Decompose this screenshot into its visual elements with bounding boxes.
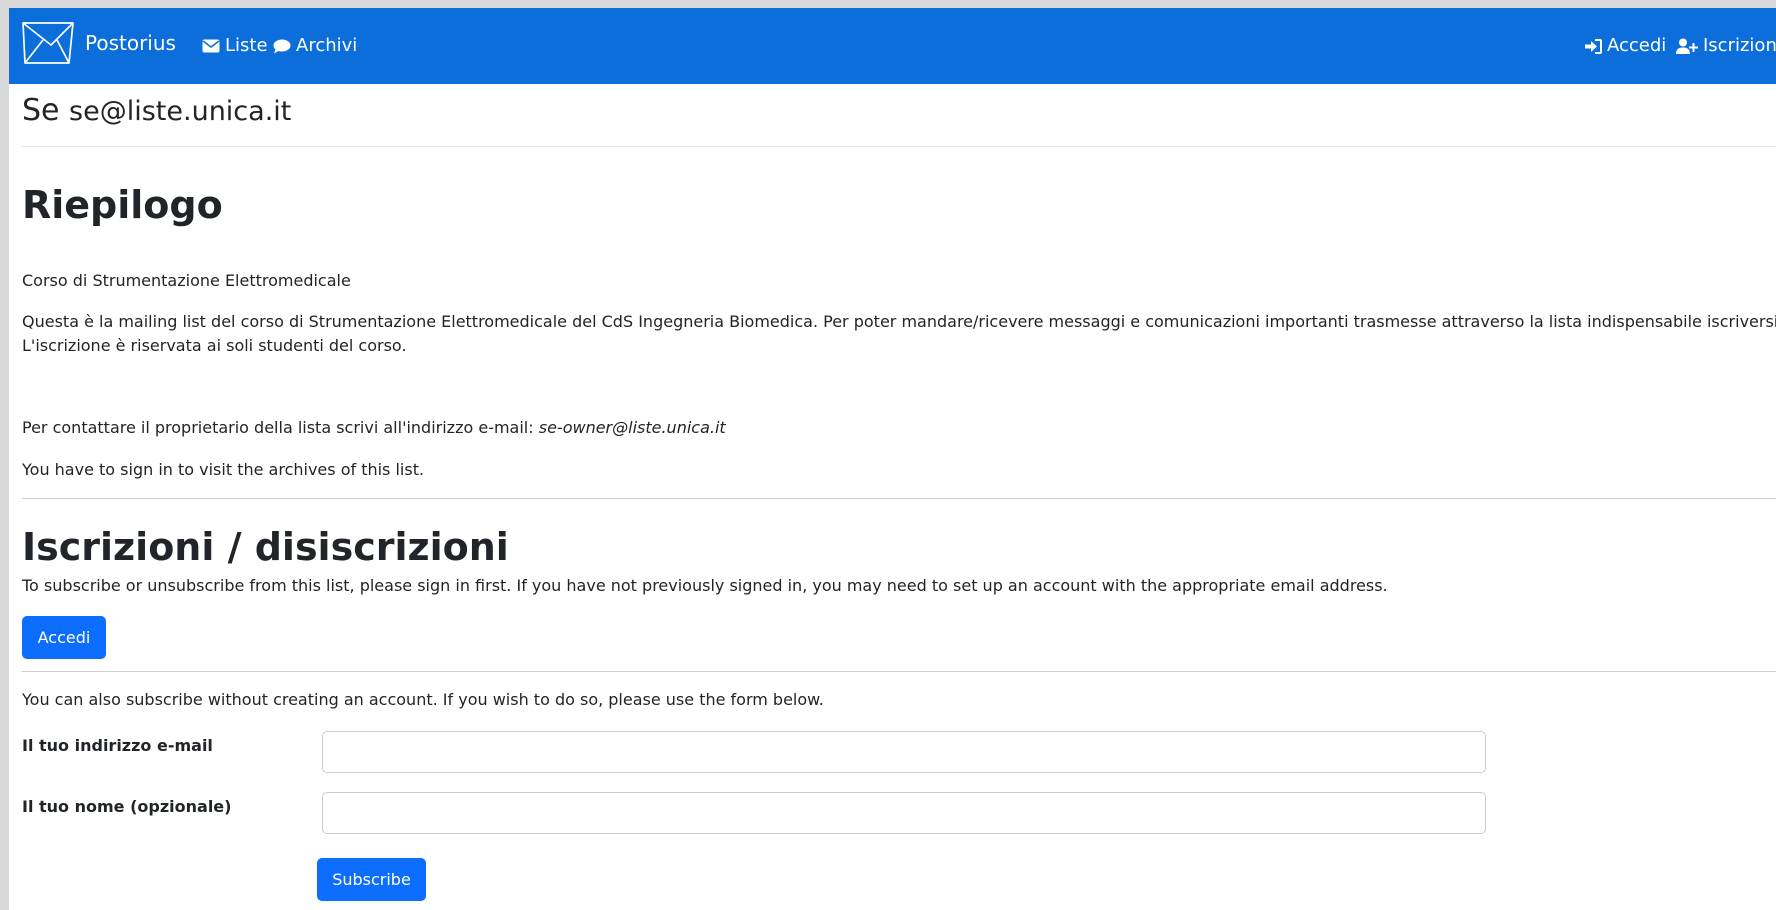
envelope-logo-icon <box>22 22 74 64</box>
owner-contact-text: Per contattare il proprietario della lis… <box>22 418 534 437</box>
nav-iscrizione[interactable]: Iscrizione <box>1676 37 1776 55</box>
email-input[interactable] <box>322 731 1486 773</box>
nav-accedi[interactable]: Accedi <box>1585 37 1666 55</box>
list-header: Se se@liste.unica.it <box>22 94 291 127</box>
subscribe-without-account-text: You can also subscribe without creating … <box>22 690 824 709</box>
nav-liste[interactable]: Liste <box>202 37 268 55</box>
course-name: Corso di Strumentazione Elettromedicale <box>22 271 351 290</box>
envelope-icon <box>202 39 220 53</box>
nav-iscrizione-label: Iscrizione <box>1703 35 1776 56</box>
summary-divider <box>22 498 1776 499</box>
nav-archivi[interactable]: Archivi <box>273 37 357 55</box>
signin-instructions: To subscribe or unsubscribe from this li… <box>22 576 1388 595</box>
header-divider <box>22 146 1776 147</box>
nav-accedi-label: Accedi <box>1607 35 1667 56</box>
user-plus-icon <box>1676 38 1698 54</box>
subscribe-button[interactable]: Subscribe <box>317 858 426 901</box>
owner-contact: Per contattare il proprietario della lis… <box>22 418 726 438</box>
list-description: Questa è la mailing list del corso di St… <box>22 312 1776 356</box>
nav-liste-label: Liste <box>225 35 268 56</box>
brand-name: Postorius <box>85 31 176 55</box>
list-description-line-2: L'iscrizione è riservata ai soli student… <box>22 336 407 355</box>
email-label: Il tuo indirizzo e-mail <box>22 736 213 755</box>
sign-in-icon <box>1585 38 1602 54</box>
archives-notice: You have to sign in to visit the archive… <box>22 460 425 479</box>
top-navbar: Postorius Liste Archivi Accedi Iscrizion <box>9 8 1776 84</box>
list-name: Se <box>22 93 60 128</box>
speech-bubble-icon <box>273 39 291 54</box>
list-description-line-1: Questa è la mailing list del corso di St… <box>22 312 1776 331</box>
nav-archivi-label: Archivi <box>296 35 358 56</box>
signin-button[interactable]: Accedi <box>22 616 106 659</box>
name-label: Il tuo nome (opzionale) <box>22 797 232 816</box>
subscriptions-heading: Iscrizioni / disiscrizioni <box>22 525 509 569</box>
list-address: se@liste.unica.it <box>69 96 292 127</box>
owner-email: se-owner@liste.unica.it <box>538 418 726 437</box>
signin-divider <box>22 671 1776 672</box>
main-content: Se se@liste.unica.it Riepilogo Corso di … <box>9 84 1776 910</box>
brand-link[interactable]: Postorius <box>21 17 176 69</box>
browser-page: Postorius Liste Archivi Accedi Iscrizion… <box>9 8 1776 910</box>
summary-heading: Riepilogo <box>22 183 223 227</box>
name-input[interactable] <box>322 792 1486 834</box>
